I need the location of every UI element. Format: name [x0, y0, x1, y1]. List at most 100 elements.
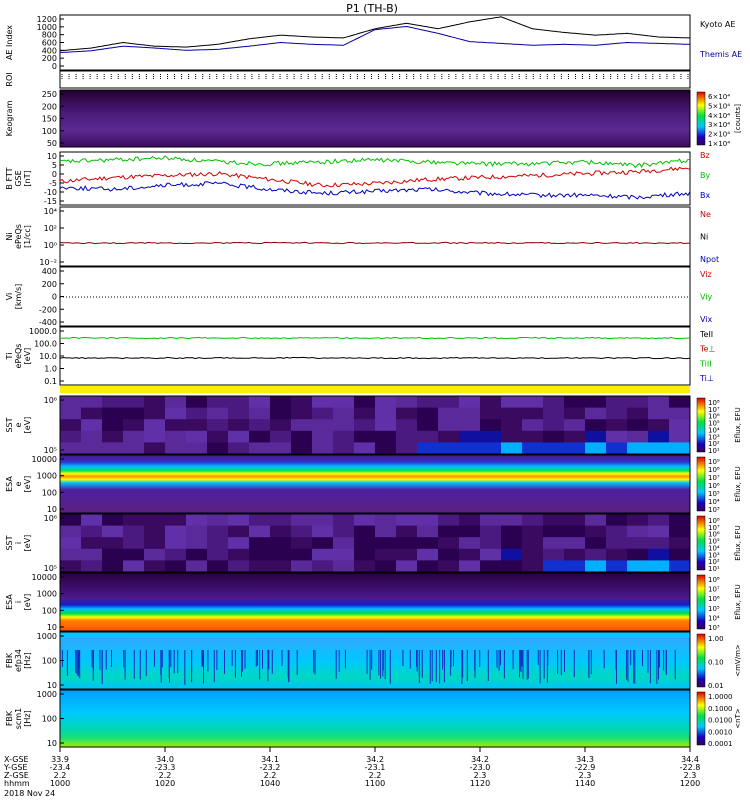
sst-block	[669, 537, 691, 550]
sst-block	[648, 396, 670, 409]
sst-block	[543, 407, 565, 420]
sst-block	[543, 548, 565, 561]
sst-block	[375, 430, 397, 443]
ytick-ae: 0	[52, 62, 57, 71]
colorbar-label-esa_e: 10³	[708, 506, 720, 514]
sst-block	[270, 537, 292, 550]
sst-block	[228, 407, 250, 420]
ylabel-ae: AE Index	[5, 25, 14, 60]
sst-block	[417, 407, 439, 420]
sst-block	[186, 419, 208, 432]
sst-block	[480, 430, 502, 443]
sst-block	[438, 396, 460, 409]
ytick-velocity: 200	[42, 280, 57, 289]
ylabel-esa_e: ESA	[5, 476, 14, 492]
sst-block	[585, 548, 607, 561]
ylabel-roi: ROI	[5, 72, 14, 86]
panel-frame-temperature	[59, 326, 691, 386]
sst-block	[333, 396, 355, 409]
time-tick-hhmm: 1200	[680, 779, 700, 788]
sst-block	[627, 560, 649, 573]
sst-block	[291, 525, 313, 538]
ytick-keogram: 50	[47, 139, 57, 148]
sst-block	[459, 396, 481, 409]
sst-block	[543, 396, 565, 409]
sst-block	[648, 407, 670, 420]
sst-block	[270, 560, 292, 573]
colorbar-label-keogram: 2×10⁴	[708, 131, 730, 139]
colorbar-esa_i	[696, 574, 706, 630]
sst-block	[501, 514, 523, 527]
sst-block	[396, 442, 418, 455]
sst-block	[459, 407, 481, 420]
colorbar-label-fbk_e: 0.10	[708, 659, 724, 667]
chart-title: P1 (TH-B)	[346, 2, 398, 15]
sst-block	[564, 419, 586, 432]
colorbar-fbk_e	[696, 633, 706, 688]
sst-block	[165, 419, 187, 432]
sst-block	[585, 442, 607, 455]
sst-block	[627, 525, 649, 538]
sst-block	[60, 442, 82, 455]
colorbar-label-keogram: 6×10⁴	[708, 93, 730, 101]
sst-block	[438, 430, 460, 443]
sst-block	[606, 396, 628, 409]
trace-temperature	[59, 356, 691, 360]
series-line-ae	[59, 25, 690, 54]
sst-block	[102, 537, 124, 550]
sst-block	[123, 419, 145, 432]
ytick-bfield: 5	[52, 161, 57, 170]
ytick-fbk_e: 1000	[37, 632, 57, 641]
sst-block	[375, 442, 397, 455]
colorbar-label-keogram: 3×10⁴	[708, 121, 730, 129]
ytick-fbk_b: 1000	[37, 690, 57, 699]
sst-block	[60, 537, 82, 550]
sst-block	[564, 514, 586, 527]
sst-block	[417, 430, 439, 443]
sst-block	[627, 430, 649, 443]
sst-block	[102, 525, 124, 538]
sst-block	[207, 525, 229, 538]
sst-block	[375, 537, 397, 550]
sst-block	[333, 514, 355, 527]
sst-block	[375, 548, 397, 561]
legend-ae: Themis AE	[699, 50, 742, 59]
ytick-velocity: 0	[52, 293, 57, 302]
ytick-bfield: -5	[49, 179, 57, 188]
sst-block	[564, 548, 586, 561]
sst-block	[648, 560, 670, 573]
ylabel-fbk_e: efp34	[14, 649, 23, 672]
sst-block	[564, 396, 586, 409]
sst-block	[60, 548, 82, 561]
sst-block	[123, 560, 145, 573]
sst-block	[627, 396, 649, 409]
sst-block	[459, 560, 481, 573]
trace-temperature	[59, 336, 691, 340]
sst-block	[417, 548, 439, 561]
sst-block	[417, 419, 439, 432]
ylabel-bfield: GSE	[14, 170, 23, 186]
sst-block	[522, 407, 544, 420]
sst-block	[606, 514, 628, 527]
sst-block	[333, 537, 355, 550]
sst-block	[165, 537, 187, 550]
sst-block	[564, 442, 586, 455]
sst-block	[165, 407, 187, 420]
sst-block	[249, 407, 271, 420]
sst-block	[207, 514, 229, 527]
sst-block	[627, 407, 649, 420]
colorbar-label-esa_i: 10⁷	[708, 586, 720, 594]
ylabel-temperature: [eV]	[23, 348, 32, 365]
sst-block	[291, 548, 313, 561]
sst-block	[417, 514, 439, 527]
summary-plot-svg: P1 (TH-B) AE Index120010008006004002000R…	[3, 2, 742, 798]
ylabel-bfield: B FTT	[5, 167, 14, 189]
ytick-density: 10⁴	[44, 207, 57, 216]
colorbar-fbk_b	[696, 691, 706, 746]
sst-block	[459, 430, 481, 443]
colorbar-label-esa_i: 10⁵	[708, 605, 720, 613]
ytick-sst_e: 10⁵	[44, 446, 57, 455]
sst-block	[375, 514, 397, 527]
sst-block	[165, 430, 187, 443]
legend-ae: Kyoto AE	[700, 20, 735, 29]
